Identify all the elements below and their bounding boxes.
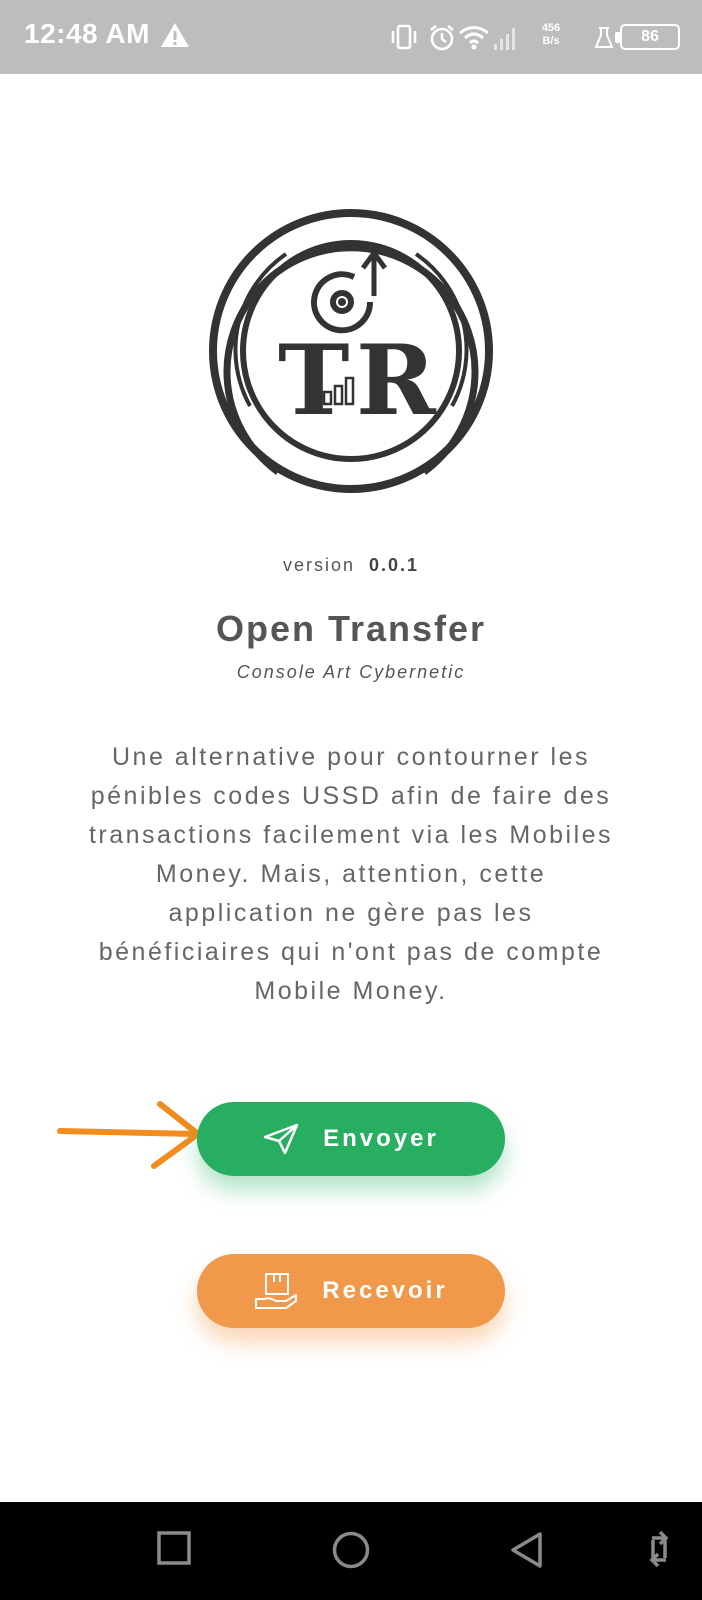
triangle-back-icon[interactable] xyxy=(508,1530,546,1570)
logo-letter-t: T xyxy=(278,324,349,437)
version-line: version 0.0.1 xyxy=(0,555,702,576)
net-speed-value: 456 xyxy=(541,22,561,34)
flask-icon xyxy=(594,27,614,48)
annotation-arrow-icon xyxy=(57,1101,201,1169)
version-label: version xyxy=(282,555,355,575)
net-speed: 456 B/s xyxy=(534,22,568,48)
app-title: Open Transfer xyxy=(215,608,487,649)
warning-icon xyxy=(161,23,189,47)
screen: 12:48 AM 456 B/s 86 T R version 0.0.1 Op… xyxy=(0,0,702,1600)
circle-home-icon[interactable] xyxy=(331,1530,371,1570)
app-logo: T R xyxy=(209,209,493,493)
alarm-icon xyxy=(430,25,454,51)
receive-button-label: Recevoir xyxy=(322,1277,448,1304)
rotate-icon[interactable] xyxy=(646,1530,672,1568)
navigation-bar xyxy=(0,1502,702,1600)
status-bar: 12:48 AM 456 B/s 86 xyxy=(0,0,702,74)
vibrate-icon xyxy=(391,24,417,50)
net-speed-unit: B/s xyxy=(542,35,560,47)
battery-icon: 86 xyxy=(615,24,680,50)
receive-button[interactable]: Recevoir xyxy=(197,1254,505,1328)
app-subtitle: Console Art Cybernetic xyxy=(236,662,466,682)
send-button[interactable]: Envoyer xyxy=(197,1102,505,1176)
paper-plane-icon xyxy=(263,1123,299,1155)
version-number: 0.0.1 xyxy=(369,555,420,575)
app-description: Une alternative pour contourner les péni… xyxy=(88,743,614,1005)
square-nav-icon[interactable] xyxy=(156,1530,192,1566)
logo-letter-r: R xyxy=(356,324,437,437)
send-button-label: Envoyer xyxy=(323,1125,439,1152)
hand-with-box-icon xyxy=(255,1273,298,1309)
wifi-icon xyxy=(459,26,515,50)
status-time: 12:48 AM xyxy=(24,18,150,49)
